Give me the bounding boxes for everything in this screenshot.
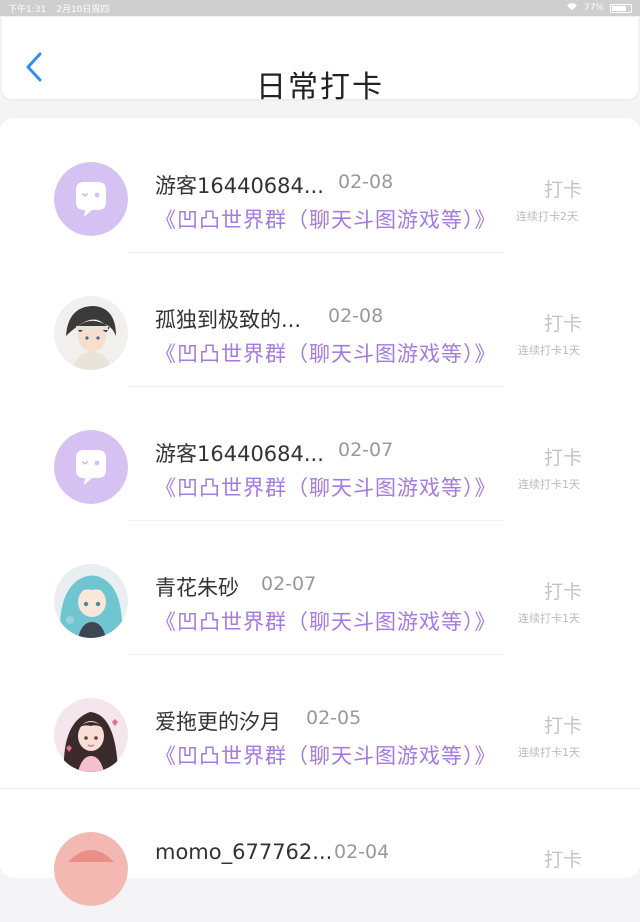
group-name[interactable]: 《凹凸世界群（聊天斗图游戏等）》 xyxy=(155,204,497,234)
checkin-button[interactable]: 打卡 xyxy=(544,175,582,202)
list-item[interactable]: 游客16440684... 02-08 《凹凸世界群（聊天斗图游戏等）》 打卡 … xyxy=(0,118,640,253)
list-item[interactable]: momo_677762... 02-04 打卡 xyxy=(0,788,640,922)
ghost-icon[interactable] xyxy=(54,162,128,236)
user-name[interactable]: 孤独到极致的... xyxy=(155,304,301,334)
user-name[interactable]: 青花朱砂 xyxy=(155,572,239,602)
group-name[interactable]: 《凹凸世界群（聊天斗图游戏等）》 xyxy=(155,606,497,636)
streak-label: 连续打卡1天 xyxy=(518,344,580,357)
streak-label: 连续打卡1天 xyxy=(518,478,580,491)
user-name[interactable]: 游客16440684... xyxy=(155,438,324,468)
user-name[interactable]: 爱拖更的汐月 xyxy=(155,706,281,736)
checkin-button[interactable]: 打卡 xyxy=(544,443,582,470)
navigation-bar: 日常打卡 xyxy=(2,17,638,105)
group-name[interactable]: 《凹凸世界群（聊天斗图游戏等）》 xyxy=(155,472,497,502)
checkin-button[interactable]: 打卡 xyxy=(544,711,582,738)
anime-girl-dark-avatar[interactable] xyxy=(54,698,128,772)
group-name[interactable]: 《凹凸世界群（聊天斗图游戏等）》 xyxy=(155,740,497,770)
checkin-button[interactable]: 打卡 xyxy=(544,309,582,336)
streak-label: 连续打卡1天 xyxy=(518,612,580,625)
wifi-icon xyxy=(566,2,578,14)
list-item[interactable]: 爱拖更的汐月 02-05 《凹凸世界群（聊天斗图游戏等）》 打卡 连续打卡1天 xyxy=(0,654,640,789)
status-date: 2月10日周四 xyxy=(56,4,110,15)
battery-icon xyxy=(610,3,632,13)
checkin-date: 02-05 xyxy=(306,707,362,729)
user-name[interactable]: 游客16440684... xyxy=(155,170,324,200)
page-title: 日常打卡 xyxy=(256,70,384,105)
anime-boy-avatar[interactable] xyxy=(54,296,128,370)
status-bar: 下午1:31 2月10日周四 77% xyxy=(0,0,640,16)
checkin-date: 02-08 xyxy=(338,171,394,193)
checkin-date: 02-04 xyxy=(334,841,390,863)
anime-girl-teal-avatar[interactable] xyxy=(54,564,128,638)
status-time: 下午1:31 xyxy=(8,4,47,15)
checkin-list: 游客16440684... 02-08 《凹凸世界群（聊天斗图游戏等）》 打卡 … xyxy=(0,118,640,906)
list-item[interactable]: 孤独到极致的... 02-08 《凹凸世界群（聊天斗图游戏等）》 打卡 连续打卡… xyxy=(0,252,640,387)
checkin-date: 02-07 xyxy=(338,439,394,461)
battery-percent: 77% xyxy=(583,3,604,13)
streak-label: 连续打卡1天 xyxy=(518,746,580,759)
checkin-button[interactable]: 打卡 xyxy=(544,577,582,604)
list-item[interactable]: 游客16440684... 02-07 《凹凸世界群（聊天斗图游戏等）》 打卡 … xyxy=(0,386,640,521)
list-item[interactable]: 青花朱砂 02-07 《凹凸世界群（聊天斗图游戏等）》 打卡 连续打卡1天 xyxy=(0,520,640,655)
checkin-button[interactable]: 打卡 xyxy=(544,845,582,872)
checkin-date: 02-08 xyxy=(328,305,384,327)
ghost-icon[interactable] xyxy=(54,430,128,504)
pink-avatar[interactable] xyxy=(54,832,128,906)
user-name[interactable]: momo_677762... xyxy=(155,840,332,864)
group-name[interactable]: 《凹凸世界群（聊天斗图游戏等）》 xyxy=(155,338,497,368)
streak-label: 连续打卡2天 xyxy=(516,210,578,223)
checkin-date: 02-07 xyxy=(261,573,317,595)
